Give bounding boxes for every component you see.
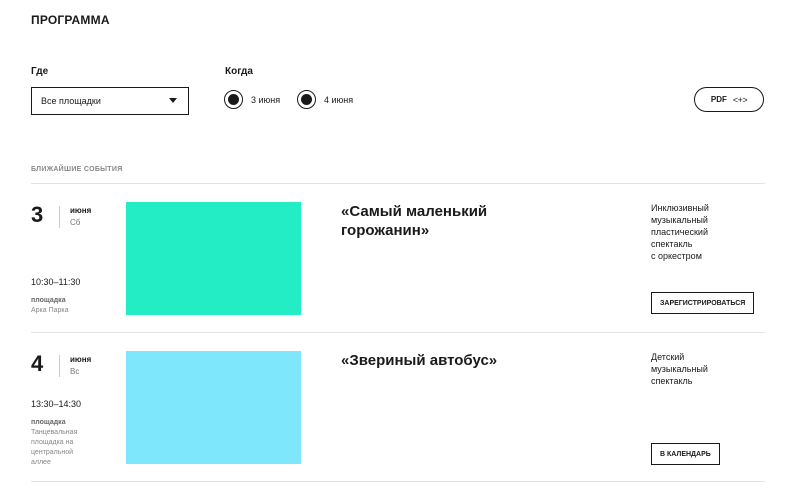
date-radio-june-3[interactable]: 3 июня	[224, 90, 280, 109]
section-heading: БЛИЖАЙШИЕ СОБЫТИЯ	[31, 166, 123, 173]
radio-dot	[228, 94, 239, 105]
event-month: июня	[70, 206, 92, 215]
venue-label: площадка	[31, 297, 66, 304]
date-separator	[59, 206, 60, 228]
event-description: Инклюзивный музыкальный пластический спе…	[651, 202, 761, 262]
download-icon: <+>	[732, 94, 748, 105]
when-label: Когда	[225, 66, 253, 77]
description-line: спектакль	[651, 376, 693, 386]
venue-select[interactable]: Все площадки	[31, 87, 189, 115]
radio-ring	[297, 90, 316, 109]
event-card: 3 июня Сб 10:30–11:30 площадка Арка Парк…	[0, 184, 800, 332]
venue-name: Танцевальная площадка на центральной алл…	[31, 429, 78, 466]
venue-select-value: Все площадки	[41, 96, 101, 106]
radio-dot	[301, 94, 312, 105]
event-time: 10:30–11:30	[31, 277, 81, 287]
where-label: Где	[31, 66, 49, 77]
divider	[31, 481, 765, 482]
venue-label: площадка	[31, 419, 66, 426]
event-title[interactable]: «Звериный автобус»	[341, 351, 521, 370]
description-line: музыкальный	[651, 215, 708, 225]
event-card: 4 июня Вс 13:30–14:30 площадка Танцеваль…	[0, 333, 800, 481]
description-line: Детский	[651, 352, 685, 362]
event-weekday: Вс	[70, 367, 80, 376]
add-to-calendar-button[interactable]: В КАЛЕНДАРЬ	[651, 443, 720, 465]
event-time: 13:30–14:30	[31, 399, 82, 409]
chevron-down-icon	[169, 98, 177, 103]
event-month: июня	[70, 355, 92, 364]
page-title: ПРОГРАММА	[31, 13, 110, 27]
date-radio-june-4[interactable]: 4 июня	[297, 90, 353, 109]
description-line: музыкальный	[651, 364, 708, 374]
description-line: с оркестром	[651, 251, 702, 261]
description-line: спектакль	[651, 239, 693, 249]
event-image[interactable]	[126, 351, 301, 464]
event-title[interactable]: «Самый маленький горожанин»	[341, 202, 521, 240]
radio-ring	[224, 90, 243, 109]
date-separator	[59, 355, 60, 377]
event-description: Детский музыкальный спектакль	[651, 351, 761, 387]
event-day: 3	[31, 202, 44, 227]
description-line: Инклюзивный	[651, 203, 709, 213]
event-weekday: Сб	[70, 218, 81, 227]
register-button[interactable]: ЗАРЕГИСТРИРОВАТЬСЯ	[651, 292, 754, 314]
pdf-download-button[interactable]: PDF <+>	[694, 87, 764, 112]
date-radio-label: 4 июня	[324, 94, 354, 105]
venue-name: Арка Парка	[31, 307, 69, 314]
event-day: 4	[31, 351, 44, 376]
pdf-button-label: PDF	[710, 95, 727, 104]
event-image[interactable]	[126, 202, 301, 315]
date-radio-label: 3 июня	[251, 94, 281, 105]
description-line: пластический	[651, 227, 708, 237]
